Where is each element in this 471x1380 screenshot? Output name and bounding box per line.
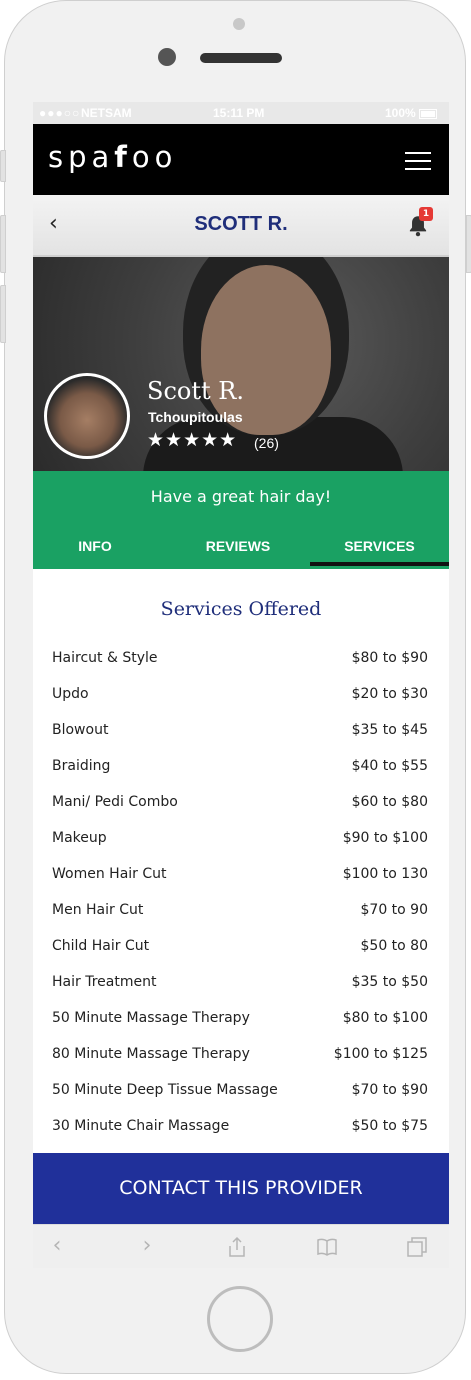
- logo-text-2: oo: [131, 140, 178, 174]
- service-name: Women Hair Cut: [52, 866, 167, 882]
- service-name: 50 Minute Massage Therapy: [52, 1010, 250, 1026]
- rating-stars: ★★★★★: [147, 429, 238, 451]
- service-name: 80 Minute Massage Therapy: [52, 1046, 250, 1062]
- service-price: $50 to $75: [351, 1118, 428, 1134]
- sensor-dot: [233, 18, 245, 30]
- volume-down-button: [0, 285, 6, 343]
- battery-level: 100%: [385, 106, 437, 120]
- service-row: Mani/ Pedi Combo $60 to $80: [52, 786, 428, 822]
- provider-avatar[interactable]: [44, 373, 130, 459]
- service-row: Braiding $40 to $55: [52, 750, 428, 786]
- service-price: $100 to $125: [333, 1046, 428, 1062]
- page-title: SCOTT R.: [194, 213, 288, 235]
- app-header: spafoo: [33, 124, 449, 195]
- service-price: $20 to $30: [351, 686, 428, 702]
- menu-line: [405, 160, 431, 162]
- service-price: $35 to $50: [351, 974, 428, 990]
- share-icon[interactable]: [225, 1235, 249, 1259]
- logo-text-1: spa: [48, 140, 115, 174]
- earpiece-speaker: [200, 53, 282, 63]
- service-row: Hair Treatment $35 to $50: [52, 966, 428, 1002]
- service-name: 50 Minute Deep Tissue Massage: [52, 1082, 278, 1098]
- spafoo-logo[interactable]: spafoo: [48, 140, 177, 174]
- service-price: $90 to $100: [342, 830, 428, 846]
- service-price: $60 to $80: [351, 794, 428, 810]
- contact-provider-button[interactable]: CONTACT THIS PROVIDER: [33, 1153, 449, 1224]
- service-row: 80 Minute Massage Therapy $100 to $125: [52, 1038, 428, 1074]
- service-name: Mani/ Pedi Combo: [52, 794, 178, 810]
- front-camera: [158, 48, 176, 66]
- browser-toolbar: ‹ ›: [33, 1224, 449, 1268]
- service-row: Child Hair Cut $50 to 80: [52, 930, 428, 966]
- services-heading: Services Offered: [160, 598, 322, 620]
- service-row: Women Hair Cut $100 to 130: [52, 858, 428, 894]
- service-price: $100 to 130: [342, 866, 428, 882]
- service-price: $80 to $100: [342, 1010, 428, 1026]
- signal-strength: ●●●○○: [39, 106, 81, 120]
- service-price: $35 to $45: [351, 722, 428, 738]
- logo-text-bold: f: [114, 140, 132, 174]
- bookmarks-icon[interactable]: [315, 1235, 339, 1259]
- menu-line: [405, 168, 431, 170]
- tabs-icon[interactable]: [405, 1235, 429, 1259]
- service-row: Haircut & Style $80 to $90: [52, 642, 428, 678]
- service-row: 50 Minute Deep Tissue Massage $70 to $90: [52, 1074, 428, 1110]
- home-button[interactable]: [207, 1286, 273, 1352]
- service-name: Braiding: [52, 758, 111, 774]
- service-name: 30 Minute Chair Massage: [52, 1118, 230, 1134]
- service-price: $50 to 80: [360, 938, 429, 954]
- service-name: Child Hair Cut: [52, 938, 150, 954]
- service-name: Men Hair Cut: [52, 902, 144, 918]
- tagline: Have a great hair day!: [150, 487, 332, 506]
- service-row: Updo $20 to $30: [52, 678, 428, 714]
- service-price: $80 to $90: [351, 650, 428, 666]
- service-row: 50 Minute Massage Therapy $80 to $100: [52, 1002, 428, 1038]
- review-count[interactable]: (26): [254, 435, 279, 451]
- service-name: Blowout: [52, 722, 109, 738]
- phone-frame: ●●●○○ NETSAM 15:11 PM 100% spafoo ‹ SCOT…: [4, 0, 466, 1374]
- carrier-name: NETSAM: [81, 106, 132, 120]
- tab-info[interactable]: INFO: [33, 538, 157, 562]
- provider-name: Scott R.: [147, 377, 244, 405]
- browser-back-icon[interactable]: ‹: [45, 1235, 69, 1259]
- service-row: Blowout $35 to $45: [52, 714, 428, 750]
- provider-location: Tchoupitoulas: [148, 409, 243, 425]
- screen: ●●●○○ NETSAM 15:11 PM 100% spafoo ‹ SCOT…: [33, 102, 449, 1268]
- tab-reviews[interactable]: REVIEWS: [167, 538, 309, 562]
- status-bar: ●●●○○ NETSAM 15:11 PM 100%: [33, 102, 449, 124]
- service-row: Men Hair Cut $70 to 90: [52, 894, 428, 930]
- tab-services[interactable]: SERVICES: [310, 538, 449, 566]
- service-row: 30 Minute Chair Massage $50 to $75: [52, 1110, 428, 1146]
- notification-badge: 1: [419, 207, 433, 221]
- menu-line: [405, 152, 431, 154]
- service-price: $40 to $55: [351, 758, 428, 774]
- power-button: [466, 215, 471, 273]
- browser-forward-icon[interactable]: ›: [135, 1235, 159, 1259]
- service-price: $70 to $90: [351, 1082, 428, 1098]
- status-time: 15:11 PM: [213, 106, 265, 120]
- service-name: Makeup: [52, 830, 107, 846]
- service-name: Updo: [52, 686, 89, 702]
- battery-percent: 100%: [385, 106, 416, 120]
- service-price: $70 to 90: [360, 902, 429, 918]
- battery-icon: [418, 108, 437, 119]
- volume-up-button: [0, 215, 6, 273]
- menu-icon[interactable]: [405, 152, 431, 170]
- mute-switch: [0, 150, 6, 182]
- provider-hero: Scott R. Tchoupitoulas ★★★★★ (26): [33, 257, 449, 471]
- tagline-bar: Have a great hair day! INFO REVIEWS SERV…: [33, 471, 449, 569]
- page-nav-bar: ‹ SCOTT R. 1: [33, 195, 449, 257]
- service-row: Makeup $90 to $100: [52, 822, 428, 858]
- service-name: Hair Treatment: [52, 974, 157, 990]
- service-name: Haircut & Style: [52, 650, 158, 666]
